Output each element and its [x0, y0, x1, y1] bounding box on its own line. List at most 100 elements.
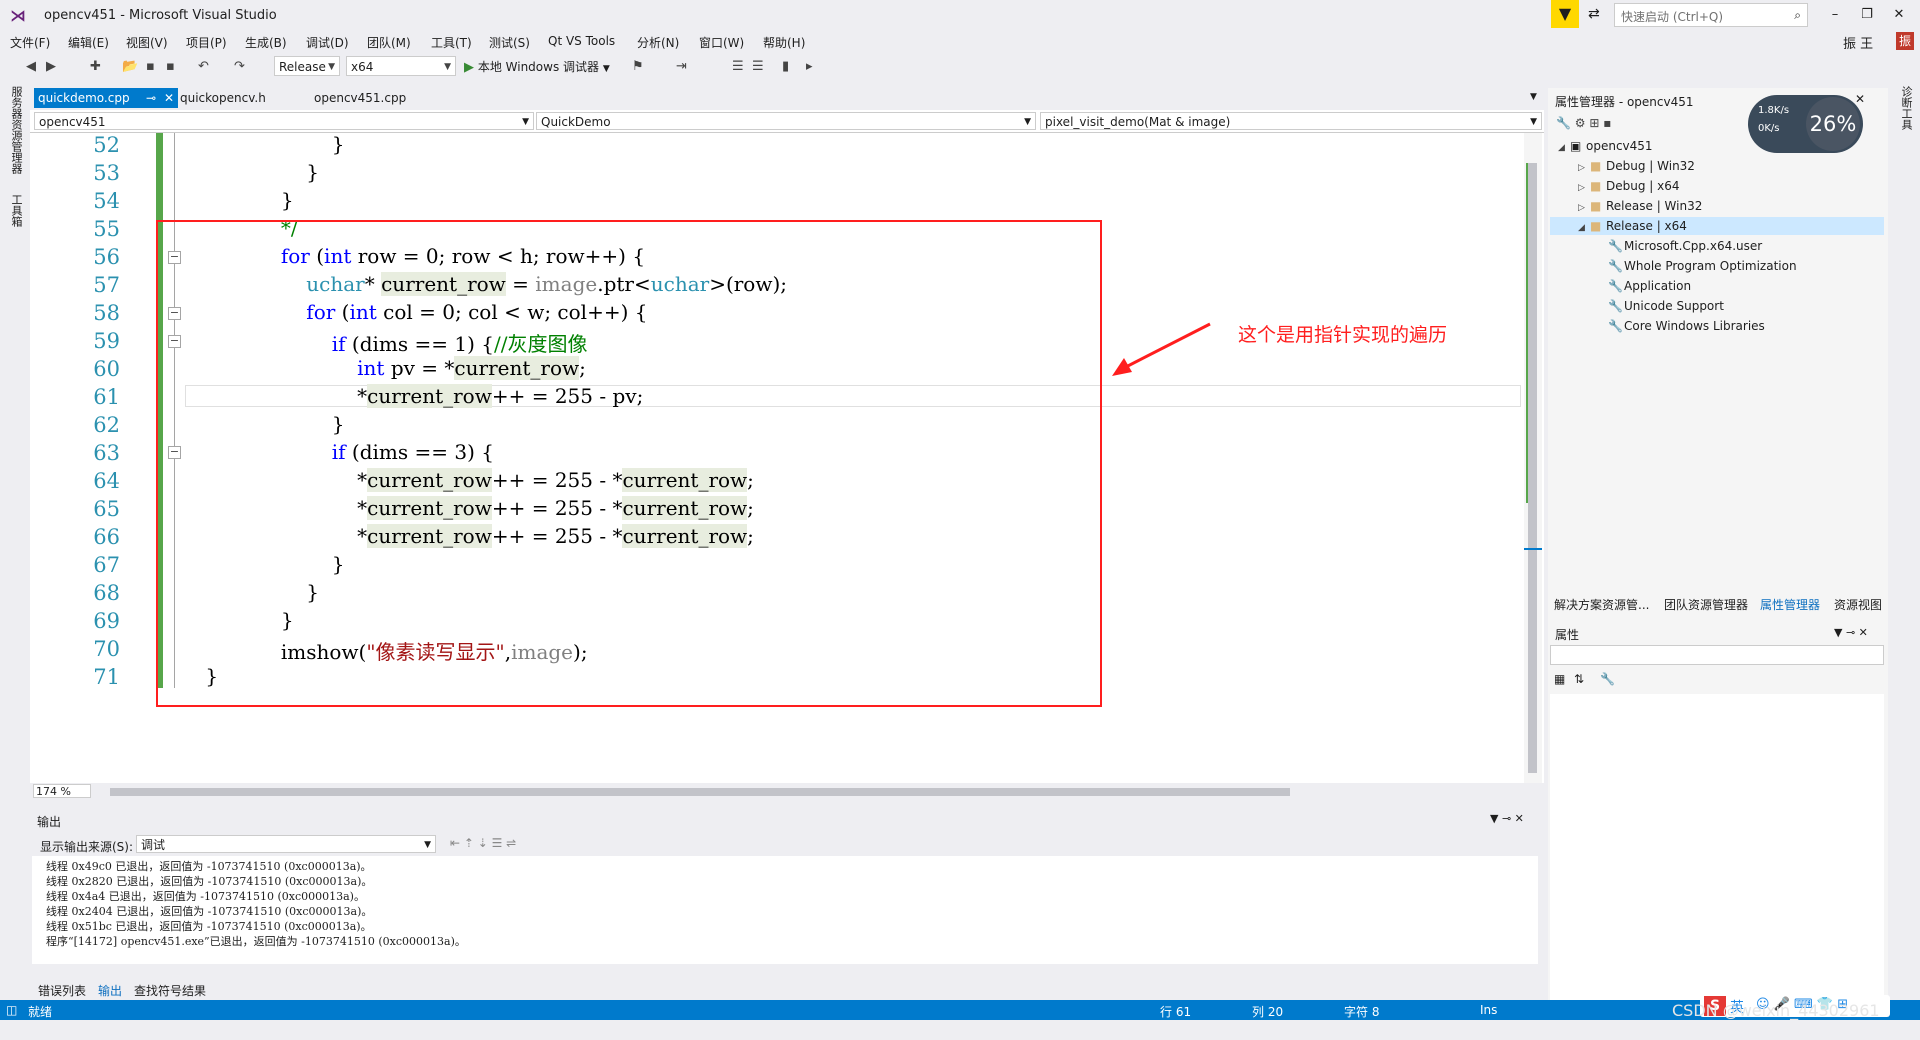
folder-open-icon: ■ [1590, 219, 1602, 233]
output-source-select[interactable]: 调试 ▼ [136, 835, 436, 853]
menu-edit[interactable]: 编辑(E) [68, 34, 109, 51]
menu-build[interactable]: 生成(B) [245, 34, 287, 51]
tab-opencv451-cpp[interactable]: opencv451.cpp [310, 88, 410, 108]
tab-error-list[interactable]: 错误列表 [38, 982, 86, 999]
solution-config-select[interactable]: Release ▼ [274, 56, 340, 76]
close-icon[interactable]: ✕ [1855, 92, 1865, 106]
property-sheet[interactable]: 🔧Core Windows Libraries [1608, 319, 1765, 333]
line-number: 57 [93, 273, 120, 297]
forward-icon[interactable]: ▶ [46, 59, 56, 74]
search-icon[interactable]: ⌕ [1794, 8, 1801, 23]
menu-help[interactable]: 帮助(H) [763, 34, 805, 51]
menu-qt-vs-tools[interactable]: Qt VS Tools [548, 34, 615, 48]
zoom-select[interactable]: 174 % [33, 784, 91, 798]
tab-property-manager[interactable]: 属性管理器 [1760, 596, 1820, 613]
back-icon[interactable]: ◀ [26, 59, 36, 74]
properties-object-select[interactable] [1550, 645, 1884, 665]
new-project-icon[interactable]: ✚ [90, 59, 101, 74]
bookmark-icon[interactable]: ▮ [782, 59, 789, 74]
download-speed: 0K/s [1758, 123, 1780, 134]
close-icon[interactable]: ✕ [164, 88, 174, 108]
debugger-label: 本地 Windows 调试器 [477, 60, 600, 74]
editor-horizontal-scrollbar[interactable] [110, 788, 1290, 796]
property-sheet[interactable]: 🔧Whole Program Optimization [1608, 259, 1797, 273]
tab-team-explorer[interactable]: 团队资源管理器 [1664, 596, 1748, 613]
tree-root[interactable]: ◢ ▣ opencv451 [1558, 139, 1653, 153]
property-sheet[interactable]: 🔧Microsoft.Cpp.x64.user [1608, 239, 1762, 253]
line-number: 59 [93, 329, 120, 353]
undo-icon[interactable]: ↶ [198, 59, 209, 74]
collapsed-icon[interactable]: ▷ [1578, 163, 1590, 173]
sort-alpha-icon[interactable]: ⇅ [1574, 672, 1584, 686]
tab-solution-explorer[interactable]: 解决方案资源管... [1554, 596, 1649, 613]
server-explorer-tab[interactable]: 服务器资源管理器 [8, 86, 24, 174]
redo-icon[interactable]: ↷ [234, 59, 245, 74]
user-avatar[interactable]: 振 [1896, 32, 1914, 50]
menu-file[interactable]: 文件(F) [10, 34, 50, 51]
step-icon[interactable]: ⇥ [676, 59, 687, 74]
platform-select[interactable]: x64 ▼ [346, 56, 456, 76]
editor-vertical-scrollbar[interactable] [1524, 133, 1542, 783]
window-title: opencv451 - Microsoft Visual Studio [44, 8, 277, 23]
feedback-icon[interactable]: ⇄ [1588, 6, 1600, 22]
line-number: 67 [93, 553, 120, 577]
user-name[interactable]: 振 王 [1843, 33, 1873, 52]
tab-resource-view[interactable]: 资源视图 [1834, 596, 1882, 613]
expanded-icon[interactable]: ◢ [1558, 143, 1570, 153]
tree-config[interactable]: ▷ ■ Debug | Win32 [1578, 159, 1695, 173]
maximize-button[interactable]: ❐ [1852, 4, 1882, 26]
property-sheet[interactable]: 🔧Application [1608, 279, 1691, 293]
tree-config[interactable]: ▷ ■ Release | Win32 [1578, 199, 1702, 213]
menu-view[interactable]: 视图(V) [126, 34, 168, 51]
member-nav-select[interactable]: pixel_visit_demo(Mat & image) ▼ [1040, 112, 1542, 130]
project-nav-select[interactable]: opencv451 ▼ [34, 112, 534, 130]
tree-config[interactable]: ▷ ■ Debug | x64 [1578, 179, 1680, 193]
expanded-icon[interactable]: ◢ [1578, 223, 1590, 233]
panel-menu-icon[interactable]: ▼ ⊸ ✕ [1490, 812, 1524, 825]
close-window-button[interactable]: ✕ [1884, 4, 1914, 26]
panel-menu-icon[interactable]: ▼ ⊸ ✕ [1834, 626, 1868, 639]
tab-output[interactable]: 输出 [98, 982, 122, 999]
attach-icon[interactable]: ⚑ [632, 59, 644, 74]
menu-tools[interactable]: 工具(T) [431, 34, 472, 51]
save-all-icon[interactable]: ▪ [166, 59, 175, 74]
pin-icon[interactable]: ⊸ [146, 88, 156, 108]
menu-debug[interactable]: 调试(D) [306, 34, 349, 51]
output-toolbar-icons[interactable]: ⇤ ⇡ ⇣ ☰ ⇌ [450, 836, 516, 850]
menu-team[interactable]: 团队(M) [367, 34, 411, 51]
open-file-icon[interactable]: 📂 [122, 59, 138, 74]
diagnostics-tab[interactable]: 诊断工具 [1898, 86, 1914, 130]
tabs-dropdown-icon[interactable]: ▼ [1530, 92, 1537, 102]
property-sheet[interactable]: 🔧Unicode Support [1608, 299, 1724, 313]
tab-find-symbol-results[interactable]: 查找符号结果 [134, 982, 206, 999]
bookmark-next-icon[interactable]: ▸ [806, 59, 813, 74]
quick-launch-placeholder: 快速启动 (Ctrl+Q) [1621, 10, 1724, 24]
menu-project[interactable]: 项目(P) [186, 34, 227, 51]
scroll-thumb[interactable] [1528, 163, 1537, 773]
collapsed-icon[interactable]: ▷ [1578, 183, 1590, 193]
platform-value: x64 [351, 60, 374, 74]
collapsed-icon[interactable]: ▷ [1578, 203, 1590, 213]
indent-icon[interactable]: ☰ [732, 59, 744, 74]
toolbox-tab[interactable]: 工具箱 [8, 194, 24, 227]
property-manager-toolbar[interactable]: 🔧 ⚙ ⊞ ▪ [1556, 116, 1611, 130]
tab-quickopencv-h[interactable]: quickopencv.h [176, 88, 270, 108]
upload-speed: 1.8K/s [1758, 105, 1790, 116]
tree-config[interactable]: ◢ ■ Release | x64 [1578, 219, 1687, 233]
cpu-usage: 26% [1806, 97, 1860, 151]
categorized-icon[interactable]: ▦ [1554, 672, 1565, 686]
tab-quickdemo-cpp[interactable]: quickdemo.cpp ⊸ ✕ [34, 88, 178, 108]
scope-nav-select[interactable]: QuickDemo ▼ [536, 112, 1036, 130]
menu-analyze[interactable]: 分析(N) [637, 34, 679, 51]
menu-window[interactable]: 窗口(W) [699, 34, 744, 51]
save-icon[interactable]: ▪ [146, 59, 155, 74]
menu-test[interactable]: 测试(S) [489, 34, 530, 51]
notification-filter-icon[interactable]: ▼ [1551, 0, 1579, 28]
line-number: 61 [93, 385, 120, 409]
output-text-area[interactable]: 线程 0x49c0 已退出，返回值为 -1073741510 (0xc00001… [32, 856, 1538, 964]
minimize-button[interactable]: – [1820, 4, 1850, 26]
start-debugger-button[interactable]: ▶ 本地 Windows 调试器 ▼ [464, 58, 610, 75]
quick-launch-input[interactable]: 快速启动 (Ctrl+Q) ⌕ [1614, 3, 1808, 27]
wrench-icon[interactable]: 🔧 [1600, 672, 1615, 686]
outdent-icon[interactable]: ☰ [752, 59, 764, 74]
